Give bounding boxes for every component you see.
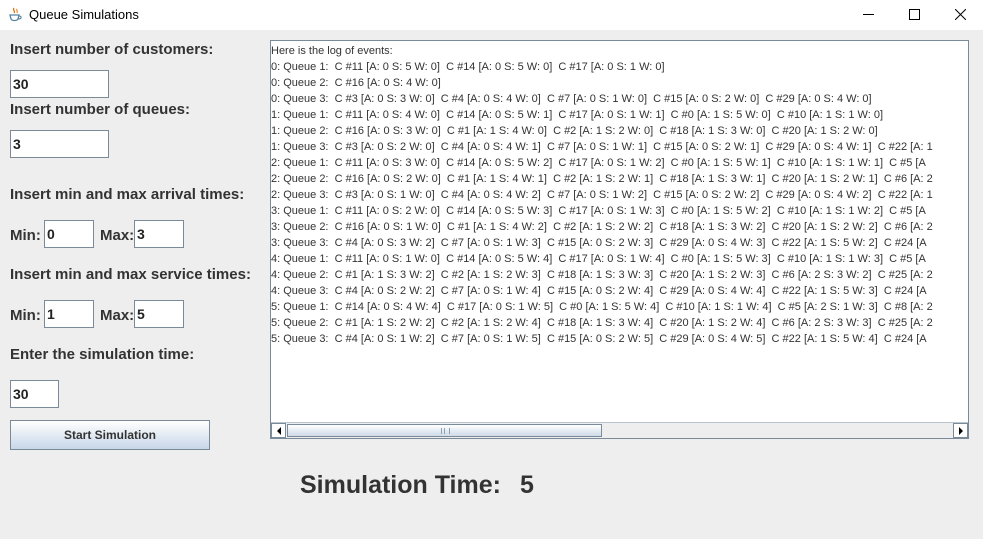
service-min-label: Min: [10,307,41,324]
log-line: 0: Queue 3: C #3 [A: 0 S: 3 W: 0] C #4 [… [271,93,872,105]
log-line: 3: Queue 1: C #11 [A: 0 S: 2 W: 0] C #14… [271,205,926,217]
arrival-max-input[interactable]: 3 [134,220,184,248]
event-log-content: Here is the log of events: 0: Queue 1: C … [271,43,933,347]
queues-label: Insert number of queues: [10,101,191,118]
service-times-label: Insert min and max service times: [10,266,251,283]
title-bar: Queue Simulations [0,0,983,30]
window-title: Queue Simulations [29,7,139,22]
customers-label: Insert number of customers: [10,41,214,58]
log-line: 0: Queue 2: C #16 [A: 0 S: 4 W: 0] [271,77,441,89]
scrollbar-thumb[interactable] [287,424,602,437]
arrow-right-icon [959,427,963,435]
customers-input[interactable]: 30 [10,70,109,98]
log-line: 1: Queue 1: C #11 [A: 0 S: 4 W: 0] C #14… [271,109,884,121]
scroll-left-button[interactable] [271,423,286,438]
simulation-time-input[interactable]: 30 [10,380,59,408]
service-min-input[interactable]: 1 [44,300,94,328]
arrow-left-icon [277,427,281,435]
arrival-times-label: Insert min and max arrival times: [10,186,245,203]
log-line: 4: Queue 1: C #11 [A: 0 S: 1 W: 0] C #14… [271,253,926,265]
log-line: 5: Queue 3: C #4 [A: 0 S: 1 W: 2] C #7 [… [271,333,927,345]
simulation-time-status-label: Simulation Time: [300,471,501,499]
minimize-icon [863,14,874,15]
queues-input[interactable]: 3 [10,130,109,158]
maximize-icon [909,9,920,20]
maximize-button[interactable] [891,0,937,30]
horizontal-scrollbar[interactable] [271,422,968,438]
minimize-button[interactable] [845,0,891,30]
service-max-input[interactable]: 5 [134,300,184,328]
simulation-time-status-value: 5 [520,471,534,499]
grip-icon [441,428,450,434]
service-max-label: Max: [100,307,135,324]
log-line: 2: Queue 3: C #3 [A: 0 S: 1 W: 0] C #4 [… [271,189,933,201]
java-cup-icon [8,7,23,22]
arrival-min-input[interactable]: 0 [44,220,94,248]
log-line: 4: Queue 2: C #1 [A: 1 S: 3 W: 2] C #2 [… [271,269,933,281]
log-line: 1: Queue 2: C #16 [A: 0 S: 3 W: 0] C #1 … [271,125,878,137]
arrival-max-label: Max: [100,227,135,244]
scroll-right-button[interactable] [953,423,968,438]
log-line: 5: Queue 1: C #14 [A: 0 S: 4 W: 4] C #17… [271,301,933,313]
log-line: Here is the log of events: [271,45,393,57]
start-simulation-button[interactable]: Start Simulation [10,420,210,450]
log-line: 0: Queue 1: C #11 [A: 0 S: 5 W: 0] C #14… [271,61,665,73]
arrival-min-label: Min: [10,227,41,244]
log-line: 2: Queue 1: C #11 [A: 0 S: 3 W: 0] C #14… [271,157,926,169]
simulation-time-label: Enter the simulation time: [10,346,195,363]
close-button[interactable] [937,0,983,30]
log-line: 4: Queue 3: C #4 [A: 0 S: 2 W: 2] C #7 [… [271,285,927,297]
log-line: 3: Queue 3: C #4 [A: 0 S: 3 W: 2] C #7 [… [271,237,927,249]
log-line: 5: Queue 2: C #1 [A: 1 S: 2 W: 2] C #2 [… [271,317,933,329]
close-icon [955,9,966,20]
log-line: 1: Queue 3: C #3 [A: 0 S: 2 W: 0] C #4 [… [271,141,933,153]
event-log-textarea[interactable]: Here is the log of events: 0: Queue 1: C … [270,40,969,439]
log-line: 2: Queue 2: C #16 [A: 0 S: 2 W: 0] C #1 … [271,173,933,185]
log-line: 3: Queue 2: C #16 [A: 0 S: 1 W: 0] C #1 … [271,221,933,233]
